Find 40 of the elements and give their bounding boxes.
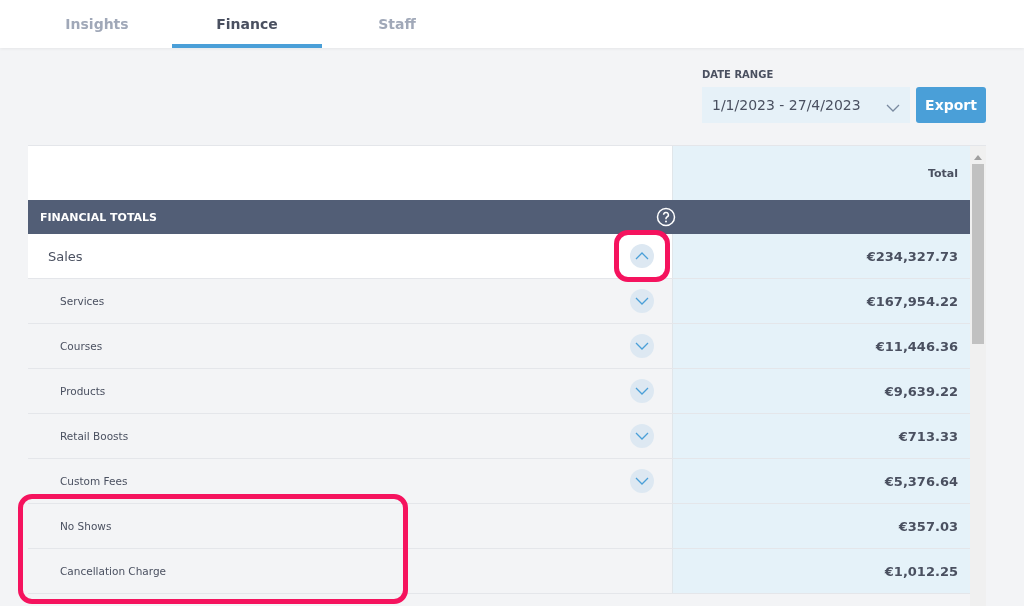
expand-button[interactable] xyxy=(630,469,654,493)
row-label: Sales xyxy=(47,248,83,264)
chevron-up-icon xyxy=(635,252,649,260)
row-value: €5,376.64 xyxy=(884,473,958,489)
row-value: €11,446.36 xyxy=(875,338,958,354)
row-value: €234,327.73 xyxy=(866,248,958,264)
row-value: €9,639.22 xyxy=(884,383,958,399)
row-label: Courses xyxy=(59,340,103,352)
help-icon[interactable] xyxy=(656,207,676,227)
expand-button[interactable] xyxy=(630,334,654,358)
date-range-dropdown[interactable]: 1/1/2023 - 27/4/2023 xyxy=(702,87,910,123)
expand-button[interactable] xyxy=(630,379,654,403)
collapse-button[interactable] xyxy=(630,244,654,268)
row-label: Products xyxy=(59,385,106,397)
chevron-down-icon xyxy=(886,104,900,112)
row-label: Retail Boosts xyxy=(59,430,129,442)
column-header: Total xyxy=(927,166,958,180)
scrollbar[interactable] xyxy=(970,146,986,606)
export-button[interactable]: Export xyxy=(916,87,986,123)
section-title: FINANCIAL TOTALS xyxy=(40,210,158,224)
expand-button[interactable] xyxy=(630,424,654,448)
tab[interactable]: Insights xyxy=(22,0,172,48)
scroll-up-arrow-icon[interactable] xyxy=(974,154,982,160)
row-value: €357.03 xyxy=(898,518,958,534)
chevron-down-icon xyxy=(635,297,649,305)
chevron-down-icon xyxy=(635,342,649,350)
row-label: Services xyxy=(59,295,105,307)
chevron-down-icon xyxy=(635,477,649,485)
chevron-down-icon xyxy=(635,387,649,395)
expand-button[interactable] xyxy=(630,289,654,313)
tab[interactable]: Finance xyxy=(172,0,322,48)
row-label: Cancellation Charge xyxy=(59,565,167,577)
row-value: €713.33 xyxy=(898,428,958,444)
row-label: No Shows xyxy=(59,520,112,532)
row-label: Custom Fees xyxy=(59,475,128,487)
date-range-label: DATE RANGE xyxy=(702,69,775,80)
row-value: €167,954.22 xyxy=(866,293,958,309)
row-value: €1,012.25 xyxy=(884,563,958,579)
chevron-down-icon xyxy=(635,432,649,440)
tab[interactable]: Staff xyxy=(322,0,472,48)
